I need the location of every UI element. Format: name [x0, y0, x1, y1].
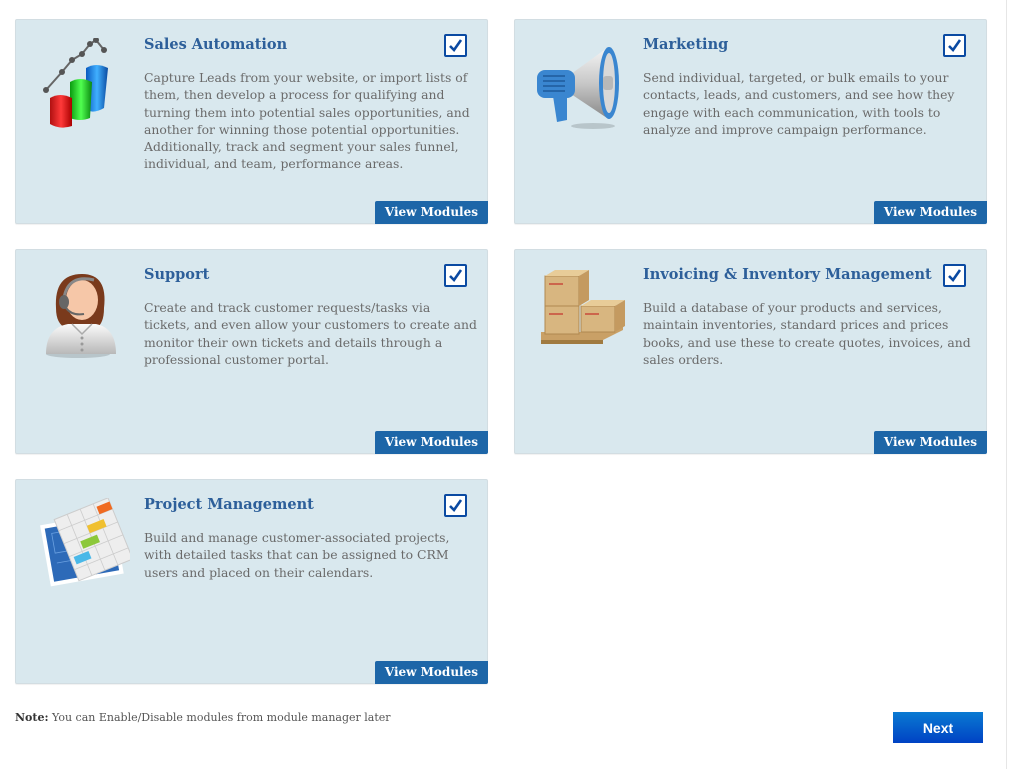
view-modules-button[interactable]: View Modules — [374, 661, 488, 684]
module-enable-checkbox[interactable] — [444, 494, 467, 517]
module-enable-checkbox[interactable] — [943, 34, 966, 57]
module-card-marketing: Marketing Send individual, targeted, or … — [514, 19, 987, 224]
module-title: Marketing — [643, 36, 729, 53]
note-text: You can Enable/Disable modules from modu… — [48, 711, 391, 724]
checkmark-icon — [449, 499, 463, 513]
boxes-pallet-icon — [537, 268, 629, 360]
module-description: Send individual, targeted, or bulk email… — [643, 70, 955, 137]
support-agent-icon — [38, 268, 130, 360]
megaphone-icon — [537, 38, 629, 130]
module-selection-page: Sales Automation Capture Leads from your… — [0, 0, 1009, 769]
module-description: Build a database of your products and se… — [643, 300, 971, 367]
module-title: Project Management — [144, 496, 314, 513]
module-description: Create and track customer requests/tasks… — [144, 300, 477, 367]
view-modules-button[interactable]: View Modules — [873, 431, 987, 454]
note-label: Note: — [15, 711, 49, 724]
checkmark-icon — [948, 39, 962, 53]
module-card-support: Support Create and track customer reques… — [15, 249, 488, 454]
module-description: Capture Leads from your website, or impo… — [144, 70, 470, 172]
module-card-sales-automation: Sales Automation Capture Leads from your… — [15, 19, 488, 224]
module-title: Support — [144, 266, 210, 283]
view-modules-button[interactable]: View Modules — [873, 201, 987, 224]
module-description: Build and manage customer-associated pro… — [144, 530, 450, 580]
view-modules-button[interactable]: View Modules — [374, 201, 488, 224]
view-modules-button[interactable]: View Modules — [374, 431, 488, 454]
module-card-invoicing-inventory: Invoicing & Inventory Management Build a… — [514, 249, 987, 454]
checkmark-icon — [449, 269, 463, 283]
sales-chart-icon — [38, 38, 130, 130]
scrollbar-track[interactable] — [1006, 0, 1007, 769]
project-gantt-icon — [38, 498, 130, 590]
checkmark-icon — [449, 39, 463, 53]
checkmark-icon — [948, 269, 962, 283]
module-enable-checkbox[interactable] — [444, 34, 467, 57]
module-title: Invoicing & Inventory Management — [643, 266, 932, 283]
next-button[interactable]: Next — [893, 712, 983, 743]
module-card-project-management: Project Management Build and manage cust… — [15, 479, 488, 684]
module-enable-checkbox[interactable] — [444, 264, 467, 287]
module-enable-checkbox[interactable] — [943, 264, 966, 287]
module-title: Sales Automation — [144, 36, 288, 53]
footer-note: Note: You can Enable/Disable modules fro… — [15, 711, 391, 724]
